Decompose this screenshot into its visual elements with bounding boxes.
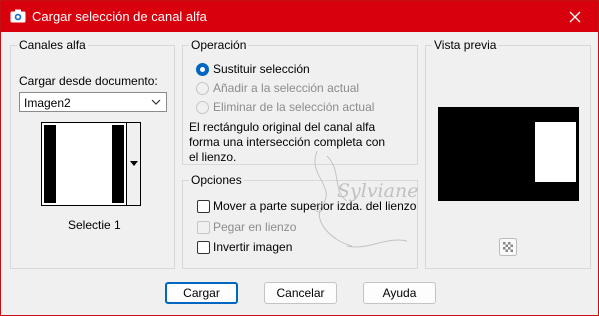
thumbnail-bar-left xyxy=(44,125,56,203)
group-title-operacion: Operación xyxy=(189,38,249,52)
channel-dropdown-button[interactable] xyxy=(127,122,141,206)
thumbnail-bar-right xyxy=(112,125,124,203)
help-button[interactable]: Ayuda xyxy=(363,282,436,304)
cancel-button[interactable]: Cancelar xyxy=(264,282,337,304)
check-invertir-control[interactable] xyxy=(197,241,210,254)
radio-anadir-control[interactable] xyxy=(196,82,209,95)
check-pegar-label: Pegar en lienzo xyxy=(213,220,297,234)
group-title-canales: Canales alfa xyxy=(17,38,88,52)
title-bar: Cargar selección de canal alfa xyxy=(1,1,598,32)
close-button[interactable] xyxy=(552,1,598,32)
document-select-value: Imagen2 xyxy=(24,96,71,110)
triangle-down-icon xyxy=(130,161,138,166)
channel-name: Selectie 1 xyxy=(68,218,121,232)
radio-sustituir-label: Sustituir selección xyxy=(213,62,310,76)
camera-icon xyxy=(10,9,26,23)
chevron-down-icon xyxy=(151,99,161,105)
radio-sustituir-control[interactable] xyxy=(196,63,209,76)
group-title-vista-previa: Vista previa xyxy=(432,38,499,52)
load-button[interactable]: Cargar xyxy=(165,282,238,304)
radio-anadir-label: Añadir a la selección actual xyxy=(213,81,360,95)
group-title-opciones: Opciones xyxy=(189,173,244,187)
operation-description: El rectángulo original del canal alfa fo… xyxy=(189,120,386,164)
close-icon xyxy=(569,11,581,22)
preview-selection-area xyxy=(535,122,576,182)
document-select[interactable]: Imagen2 xyxy=(19,92,167,112)
preview-image xyxy=(438,107,579,201)
channel-thumbnail[interactable] xyxy=(41,122,127,206)
dialog-window: Cargar selección de canal alfa Canales a… xyxy=(0,0,599,316)
dialog-title: Cargar selección de canal alfa xyxy=(32,9,207,24)
check-pegar-control[interactable] xyxy=(197,221,210,234)
radio-eliminar-label: Eliminar de la selección actual xyxy=(213,100,375,114)
check-mover-label: Mover a parte superior izda. del lienzo xyxy=(213,199,417,213)
load-from-label: Cargar desde documento: xyxy=(19,74,158,88)
checkerboard-icon[interactable] xyxy=(499,238,517,256)
check-mover-control[interactable] xyxy=(197,200,210,213)
radio-eliminar-control[interactable] xyxy=(196,101,209,114)
check-invertir-label: Invertir imagen xyxy=(213,240,293,254)
